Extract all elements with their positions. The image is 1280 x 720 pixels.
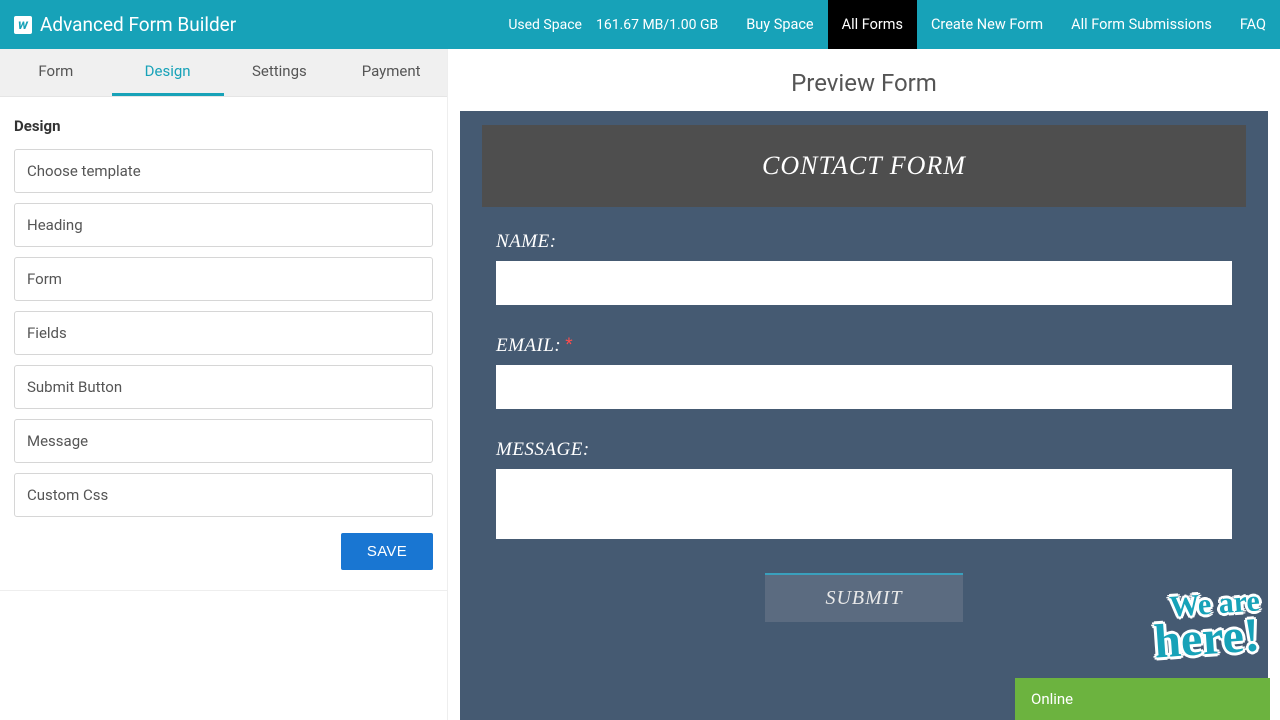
used-space-label: Used Space [508, 17, 582, 33]
design-option-message[interactable]: Message [14, 419, 433, 463]
app-logo-icon: w [14, 16, 32, 34]
field-email-group: EMAIL:* [496, 335, 1232, 409]
field-message-input[interactable] [496, 469, 1232, 539]
field-name-label: NAME: [496, 231, 1232, 253]
app-logo[interactable]: w Advanced Form Builder [0, 13, 246, 36]
design-option-choose-template[interactable]: Choose template [14, 149, 433, 193]
save-button[interactable]: SAVE [341, 533, 433, 570]
field-email-input[interactable] [496, 365, 1232, 409]
field-name-input[interactable] [496, 261, 1232, 305]
top-nav: Buy Space All Forms Create New Form All … [732, 0, 1280, 49]
field-email-label: EMAIL:* [496, 335, 1232, 357]
design-option-custom-css[interactable]: Custom Css [14, 473, 433, 517]
design-panel: Design Choose template Heading Form Fiel… [0, 97, 447, 591]
form-canvas: CONTACT FORM NAME: EMAIL:* MESSAGE: SUBM… [460, 111, 1268, 720]
nav-create-new-form[interactable]: Create New Form [917, 0, 1057, 49]
nav-buy-space[interactable]: Buy Space [732, 0, 827, 49]
design-option-fields[interactable]: Fields [14, 311, 433, 355]
field-message-group: MESSAGE: [496, 439, 1232, 543]
design-option-heading[interactable]: Heading [14, 203, 433, 247]
tab-payment[interactable]: Payment [335, 49, 447, 96]
sidebar-tabs: Form Design Settings Payment [0, 49, 447, 97]
design-panel-heading: Design [14, 117, 433, 135]
top-nav-bar: w Advanced Form Builder Used Space 161.6… [0, 0, 1280, 49]
left-sidebar: Form Design Settings Payment Design Choo… [0, 49, 448, 720]
form-submit-button[interactable]: SUBMIT [765, 573, 962, 622]
field-message-label: MESSAGE: [496, 439, 1232, 461]
form-title: CONTACT FORM [482, 125, 1246, 207]
nav-all-form-submissions[interactable]: All Form Submissions [1057, 0, 1226, 49]
chat-widget-bar[interactable]: Online [1015, 678, 1270, 720]
preview-pane: Preview Form CONTACT FORM NAME: EMAIL:* … [448, 49, 1280, 720]
used-space-value: 161.67 MB/1.00 GB [596, 17, 718, 33]
nav-faq[interactable]: FAQ [1226, 0, 1280, 49]
tab-form[interactable]: Form [0, 49, 112, 96]
design-option-form[interactable]: Form [14, 257, 433, 301]
tab-design[interactable]: Design [112, 49, 224, 96]
nav-all-forms[interactable]: All Forms [828, 0, 917, 49]
chat-status-label: Online [1031, 690, 1073, 708]
used-space-indicator: Used Space 161.67 MB/1.00 GB [494, 17, 732, 33]
design-option-submit-button[interactable]: Submit Button [14, 365, 433, 409]
preview-title: Preview Form [460, 69, 1268, 97]
field-name-group: NAME: [496, 231, 1232, 305]
tab-settings[interactable]: Settings [224, 49, 336, 96]
required-indicator: * [565, 335, 573, 356]
app-title: Advanced Form Builder [40, 13, 236, 36]
